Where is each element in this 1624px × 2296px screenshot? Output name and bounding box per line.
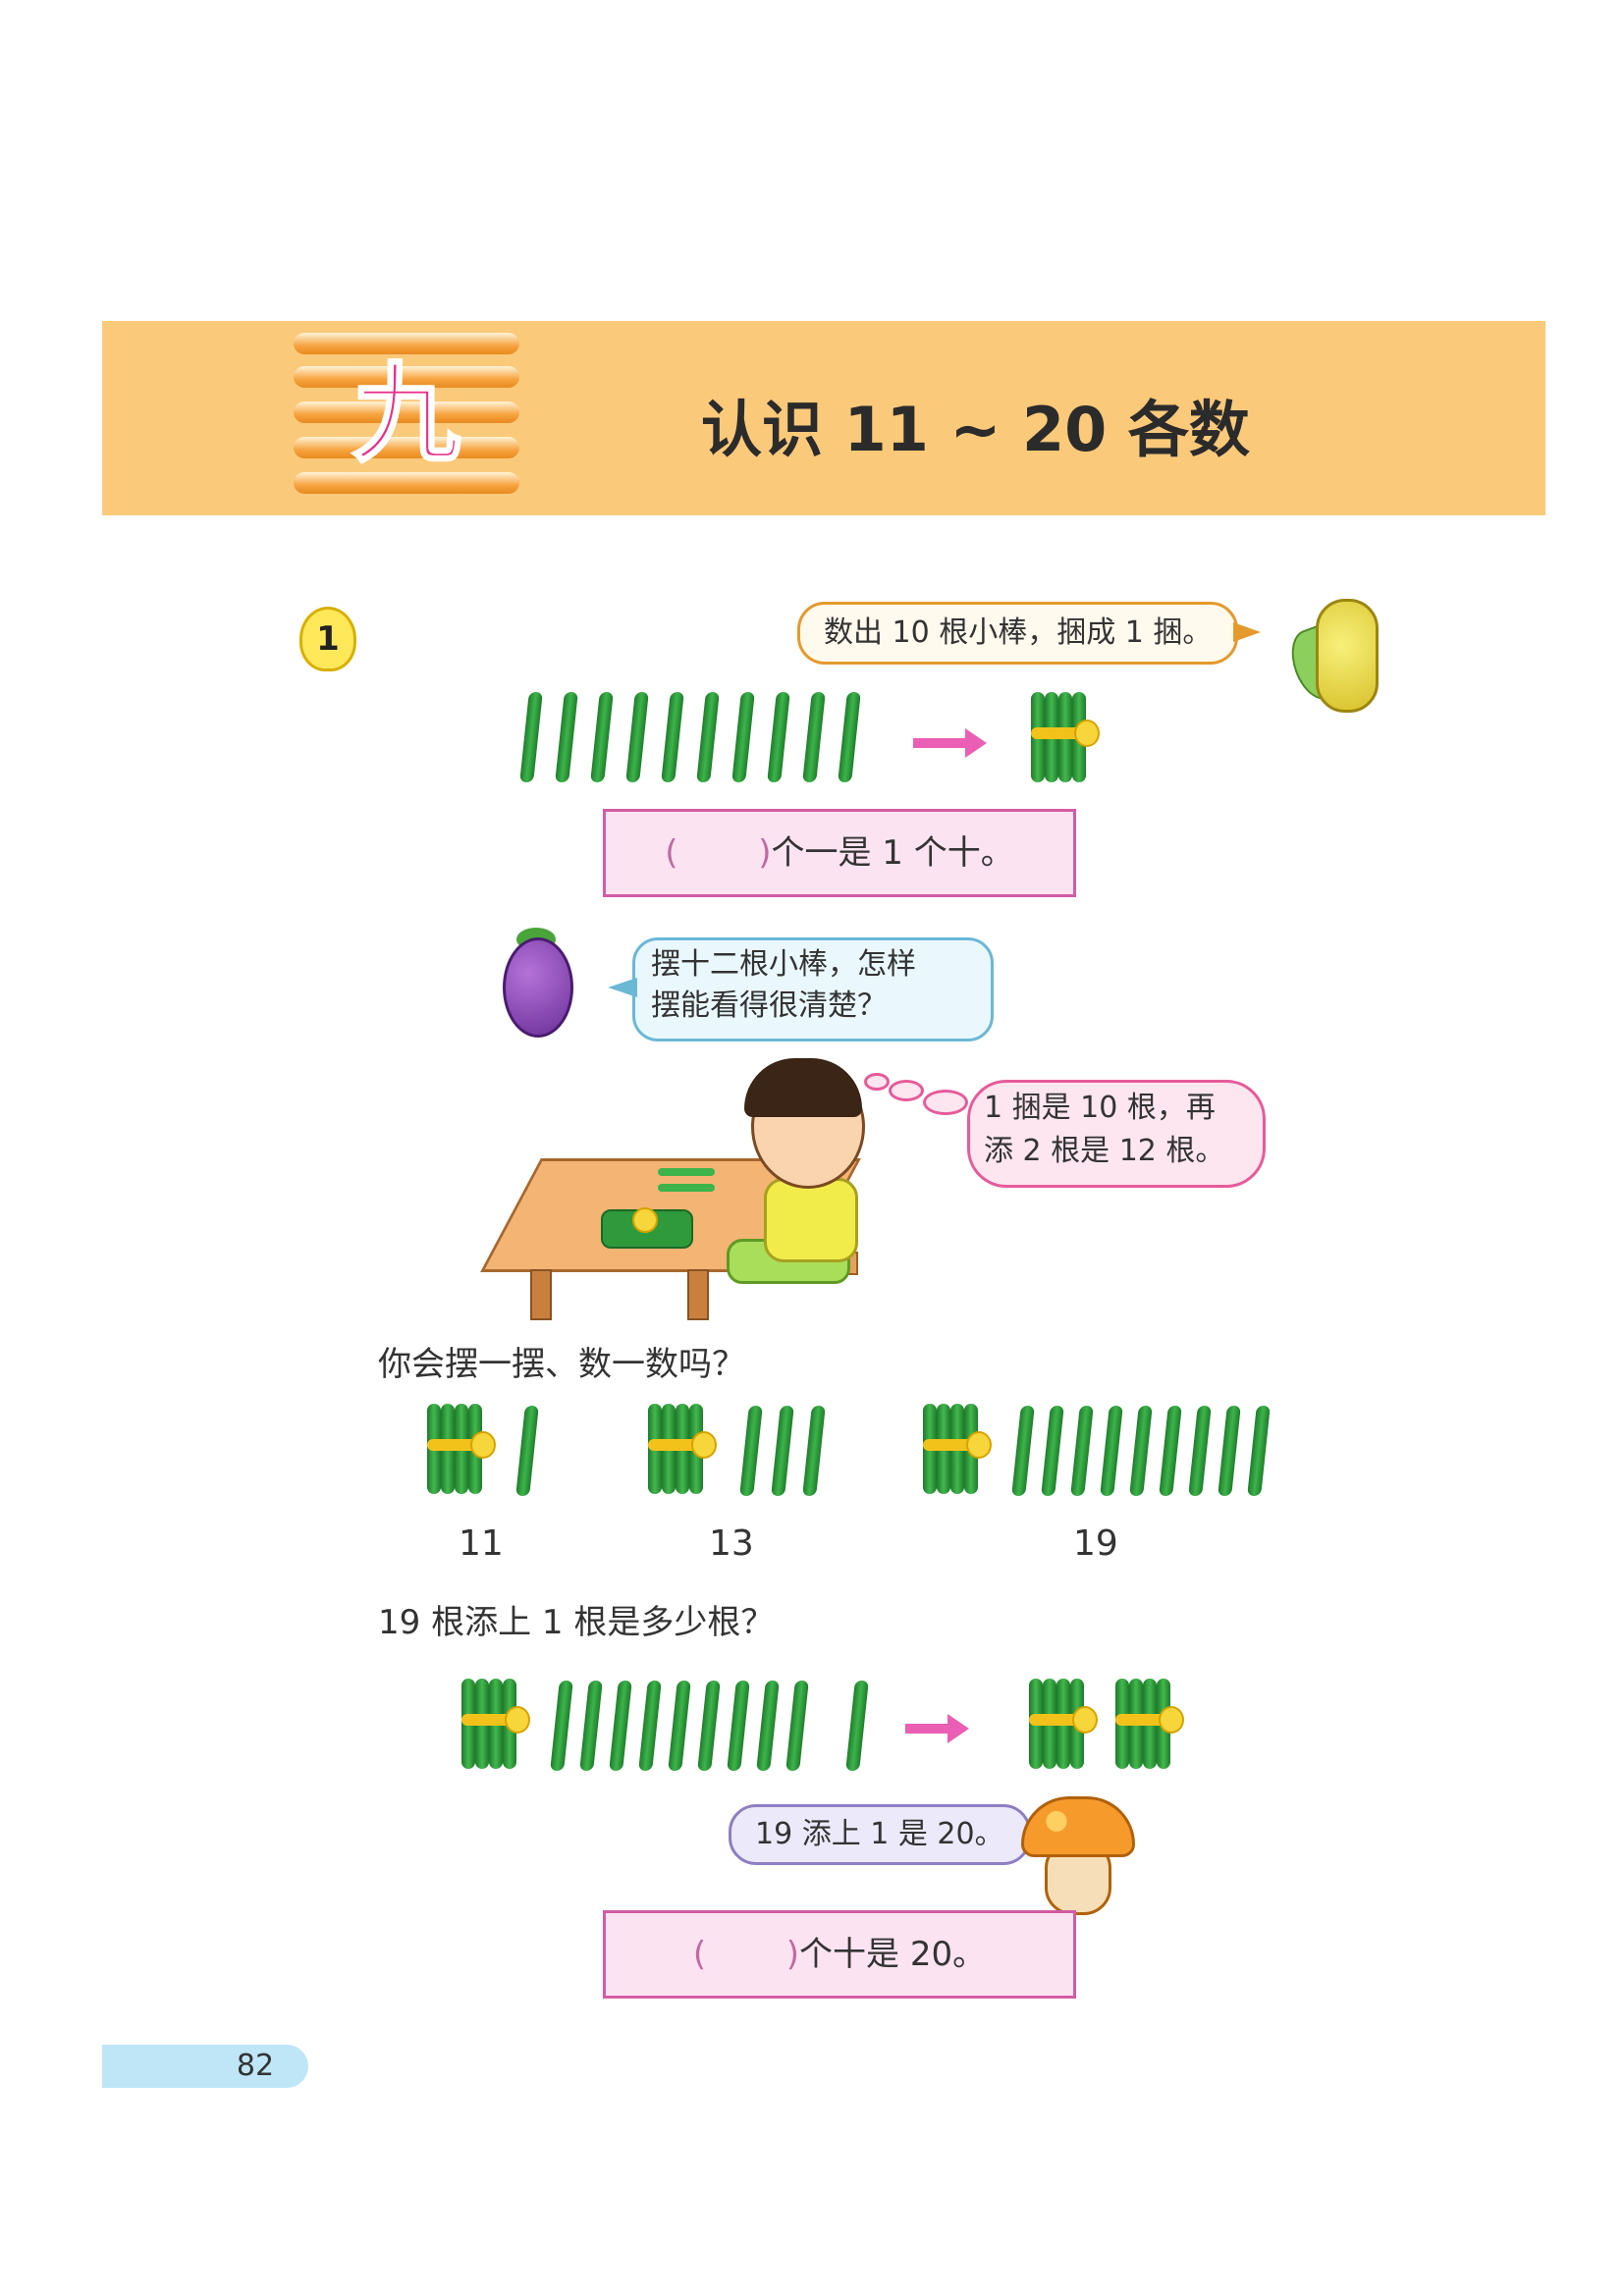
stick-bundle-icon <box>923 1404 992 1498</box>
single-stick <box>515 1406 539 1496</box>
blank-close-paren: ) <box>758 833 772 873</box>
boy-hair <box>744 1058 862 1117</box>
question-2: 19 根添上 1 根是多少根？ <box>378 1603 775 1642</box>
nine-sticks <box>550 1681 820 1775</box>
ten-sticks <box>519 692 874 790</box>
added-stick <box>845 1681 869 1771</box>
single-stick <box>802 1406 826 1496</box>
fill-box-2-text: 个十是 20。 <box>799 1935 987 1974</box>
stick-bundle-icon <box>427 1404 496 1498</box>
table-bundle-icon <box>601 1207 693 1249</box>
stick-bundle-icon <box>1031 692 1100 786</box>
page-number: 82 <box>236 2049 275 2083</box>
thought-dot <box>889 1080 924 1101</box>
question-1: 你会摆一摆、数一数吗？ <box>378 1345 745 1384</box>
table-sticks <box>658 1168 717 1198</box>
stick-bundle-icon <box>648 1404 717 1498</box>
boy-bubble-line1: 1 捆是 10 根，再 <box>984 1091 1216 1125</box>
table-leg <box>687 1269 709 1320</box>
boy-thought-bubble: 1 捆是 10 根，再 添 2 根是 12 根。 <box>967 1080 1266 1188</box>
chapter-title: 认识 11 ~ 20 各数 <box>701 394 1250 465</box>
fill-box-1-text: 个一是 1 个十。 <box>771 833 1014 873</box>
boy-bubble-line2: 添 2 根是 12 根。 <box>984 1134 1225 1168</box>
number-label-11: 11 <box>459 1523 504 1564</box>
eggplant-bubble-line1: 摆十二根小棒，怎样 <box>651 947 916 982</box>
arrow-icon <box>905 1714 969 1743</box>
blank-open-paren: ( <box>665 833 678 873</box>
table-leg <box>530 1269 552 1320</box>
arrow-icon <box>913 728 987 758</box>
corn-speech-bubble: 数出 10 根小棒，捆成 1 捆。 <box>797 602 1262 665</box>
chapter-banner: 九 认识 11 ~ 20 各数 <box>102 321 1545 515</box>
stick-bundle-icon <box>461 1679 530 1773</box>
blank-close-paren: ) <box>785 1935 800 1974</box>
thought-dot <box>923 1090 968 1115</box>
stick-bundle-icon <box>1115 1679 1184 1773</box>
mushroom-speech-bubble: 19 添上 1 是 20。 <box>729 1804 1054 1865</box>
number-label-19: 19 <box>1073 1523 1118 1564</box>
chapter-number: 九 <box>352 350 462 479</box>
thought-dot <box>864 1073 890 1091</box>
mushroom-character-icon <box>1021 1796 1135 1857</box>
blank-open-paren: ( <box>692 1935 707 1974</box>
nine-sticks <box>1011 1406 1281 1500</box>
example-badge: 1 <box>299 607 356 671</box>
stick-bundle-icon <box>1029 1679 1098 1773</box>
eggplant-character-icon <box>503 937 573 1038</box>
number-label-13: 13 <box>709 1523 754 1564</box>
eggplant-bubble-line2: 摆能看得很清楚？ <box>651 988 887 1023</box>
eggplant-speech-bubble: 摆十二根小棒，怎样 摆能看得很清楚？ <box>608 937 994 1041</box>
single-stick <box>739 1406 763 1496</box>
boy-shirt <box>764 1178 858 1262</box>
fill-blank-box-1: ( )个一是 1 个十。 <box>603 809 1076 897</box>
fill-blank-box-2: ( )个十是 20。 <box>603 1910 1076 1999</box>
corn-character-icon <box>1316 599 1379 713</box>
single-stick <box>771 1406 794 1496</box>
